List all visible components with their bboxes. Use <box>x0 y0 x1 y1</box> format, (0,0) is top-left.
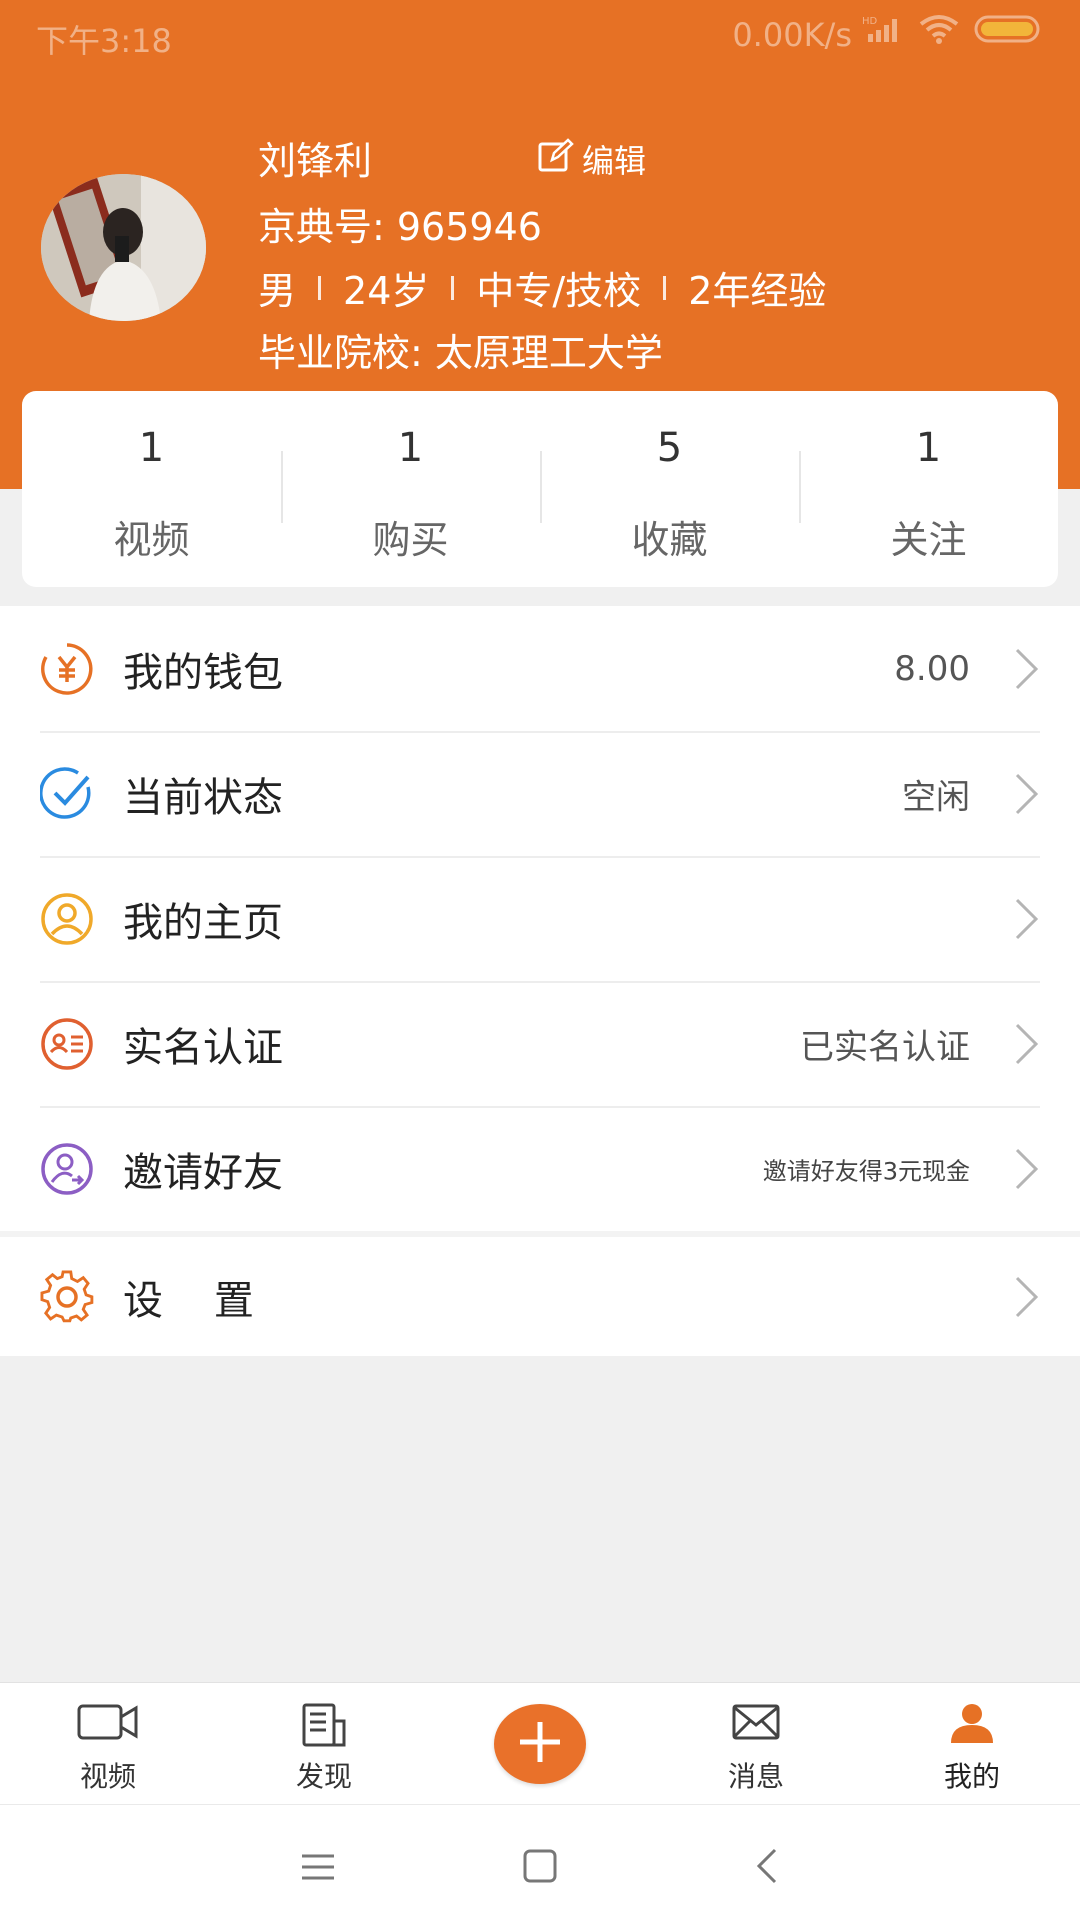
add-button[interactable] <box>494 1704 586 1784</box>
profile-meta: 男 24岁 中专/技校 2年经验 <box>258 260 826 315</box>
chevron-right-icon <box>1014 1275 1040 1319</box>
menu-label: 我的钱包 <box>123 649 283 696</box>
stat-purchases[interactable]: 1 购买 <box>281 391 540 587</box>
tab-label: 发现 <box>295 1760 352 1793</box>
menu-label: 设 置 <box>123 1277 254 1324</box>
tab-discover[interactable]: 发现 <box>244 1683 404 1805</box>
battery-icon <box>974 14 1044 44</box>
document-icon <box>300 1703 348 1751</box>
settings-menu: 我的钱包 8.00 当前状态 空闲 我的主页 实名认证 已实名认证 邀请好友 邀… <box>0 606 1080 1356</box>
stat-label: 视频 <box>113 518 190 562</box>
menu-label: 当前状态 <box>123 774 283 821</box>
video-camera-icon <box>77 1703 139 1745</box>
wallet-balance: 8.00 <box>894 648 970 689</box>
person-icon <box>949 1703 995 1749</box>
avatar[interactable] <box>41 174 206 321</box>
stat-following[interactable]: 1 关注 <box>799 391 1058 587</box>
gear-icon <box>40 1269 94 1324</box>
chevron-right-icon <box>1014 1147 1040 1191</box>
tab-label: 消息 <box>727 1760 784 1793</box>
invite-reward-text: 邀请好友得3元现金 <box>762 1157 970 1185</box>
profile-gender: 男 <box>258 269 297 313</box>
stat-count: 1 <box>138 425 165 471</box>
menu-item-homepage[interactable]: 我的主页 <box>0 856 1080 981</box>
stat-favorites[interactable]: 5 收藏 <box>540 391 799 587</box>
system-nav-bar <box>0 1804 1080 1920</box>
profile-school: 毕业院校: 太原理工大学 <box>258 331 663 375</box>
divider <box>451 275 455 300</box>
menu-label: 实名认证 <box>123 1024 283 1071</box>
mail-icon <box>732 1703 780 1745</box>
stats-card: 1 视频 1 购买 5 收藏 1 关注 <box>22 391 1058 587</box>
menu-item-settings[interactable]: 设 置 <box>0 1231 1080 1356</box>
profile-age: 24岁 <box>343 269 430 313</box>
home-icon[interactable] <box>523 1849 557 1887</box>
edit-profile-button[interactable]: 编辑 <box>538 136 646 182</box>
chevron-right-icon <box>1014 772 1040 816</box>
verification-value: 已实名认证 <box>800 1027 970 1067</box>
divider <box>318 275 322 300</box>
stat-videos[interactable]: 1 视频 <box>22 391 281 587</box>
check-circle-icon <box>39 766 94 821</box>
hd-signal-icon: HD <box>862 14 904 44</box>
stat-label: 购买 <box>372 518 449 562</box>
chevron-right-icon <box>1014 897 1040 941</box>
stat-count: 1 <box>397 425 424 471</box>
menu-item-status[interactable]: 当前状态 空闲 <box>0 731 1080 856</box>
status-time: 下午3:18 <box>36 22 172 60</box>
menu-item-verification[interactable]: 实名认证 已实名认证 <box>0 981 1080 1106</box>
menu-label: 邀请好友 <box>123 1149 283 1196</box>
id-card-icon <box>40 1017 94 1071</box>
tab-messages[interactable]: 消息 <box>676 1683 836 1805</box>
profile-id: 京典号: 965946 <box>258 205 542 249</box>
status-bar: 下午3:18 0.00K/s HD <box>0 0 1080 70</box>
chevron-right-icon <box>1014 647 1040 691</box>
stat-count: 5 <box>656 425 683 471</box>
menu-label: 我的主页 <box>123 899 283 946</box>
profile-education: 中专/技校 <box>476 269 642 313</box>
chevron-right-icon <box>1014 1022 1040 1066</box>
tab-mine[interactable]: 我的 <box>892 1683 1052 1805</box>
svg-text:HD: HD <box>862 16 878 27</box>
tab-label: 我的 <box>943 1760 1000 1793</box>
stat-label: 关注 <box>890 518 967 562</box>
menu-item-invite[interactable]: 邀请好友 邀请好友得3元现金 <box>0 1106 1080 1231</box>
stat-label: 收藏 <box>631 518 708 562</box>
edit-icon <box>538 138 574 180</box>
invite-user-icon <box>40 1142 94 1196</box>
plus-icon <box>517 1719 563 1769</box>
network-speed: 0.00K/s <box>732 16 852 54</box>
profile-experience: 2年经验 <box>688 269 827 313</box>
tab-video[interactable]: 视频 <box>28 1683 188 1805</box>
stat-count: 1 <box>915 425 942 471</box>
edit-label: 编辑 <box>582 142 647 180</box>
menu-item-wallet[interactable]: 我的钱包 8.00 <box>0 606 1080 731</box>
back-icon[interactable] <box>755 1847 779 1889</box>
status-value: 空闲 <box>902 777 970 817</box>
wifi-icon <box>918 14 960 44</box>
tab-label: 视频 <box>79 1760 136 1793</box>
yuan-icon <box>40 642 94 696</box>
divider <box>663 275 667 300</box>
user-circle-icon <box>40 892 94 946</box>
profile-name: 刘锋利 <box>258 139 373 183</box>
menu-icon[interactable] <box>300 1853 336 1885</box>
